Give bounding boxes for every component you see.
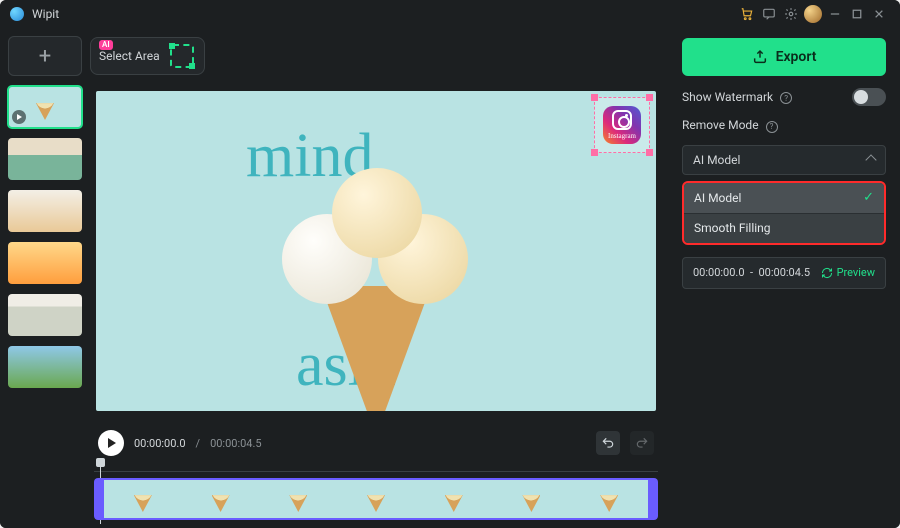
time-range-box: 00:00:00.0 - 00:00:04.5 Preview xyxy=(682,257,886,289)
show-watermark-row: Show Watermark ? xyxy=(682,88,886,106)
media-thumb[interactable] xyxy=(8,86,82,128)
refresh-icon xyxy=(821,267,833,279)
clip[interactable] xyxy=(94,478,658,520)
avatar[interactable] xyxy=(802,3,824,25)
right-panel: Export Show Watermark ? Remove Mode ? AI… xyxy=(672,28,900,528)
play-button[interactable] xyxy=(98,430,124,456)
media-thumb[interactable] xyxy=(8,242,82,284)
timeline-ruler xyxy=(94,460,658,472)
export-icon xyxy=(752,49,768,65)
remove-mode-option[interactable]: AI Model ✓ xyxy=(684,183,884,213)
gear-icon[interactable] xyxy=(780,3,802,25)
preview-button[interactable]: Preview xyxy=(821,266,875,279)
remove-mode-section: Remove Mode ? xyxy=(682,118,886,133)
show-watermark-label: Show Watermark xyxy=(682,90,773,104)
instagram-icon: Instagram xyxy=(603,106,641,144)
close-button[interactable] xyxy=(868,3,890,25)
chevron-up-icon xyxy=(865,154,876,165)
remove-mode-label: Remove Mode xyxy=(682,118,759,132)
center-toolbar: AI Select Area xyxy=(90,36,662,76)
watermark-selection[interactable]: Instagram xyxy=(594,97,650,153)
app-title: Wipit xyxy=(32,7,59,21)
remove-mode-select[interactable]: AI Model xyxy=(682,145,886,175)
remove-mode-option[interactable]: Smooth Filling xyxy=(684,213,884,243)
select-area-button[interactable]: AI Select Area xyxy=(90,37,205,75)
preview-canvas[interactable]: mind asin Instagram xyxy=(96,91,656,411)
app-logo-icon xyxy=(10,7,24,21)
export-button[interactable]: Export xyxy=(682,38,886,76)
select-area-label: Select Area xyxy=(99,50,160,62)
undo-button[interactable] xyxy=(596,431,620,455)
app-window: Wipit + xyxy=(0,0,900,528)
current-time: 00:00:00.0 xyxy=(134,437,186,450)
info-icon[interactable]: ? xyxy=(766,121,778,133)
titlebar: Wipit xyxy=(0,0,900,28)
show-watermark-toggle[interactable] xyxy=(852,88,886,106)
time-start: 00:00:00.0 xyxy=(693,266,745,279)
export-label: Export xyxy=(776,49,817,65)
media-thumb[interactable] xyxy=(8,346,82,388)
cart-icon[interactable] xyxy=(736,3,758,25)
clip-frames xyxy=(104,478,648,520)
remove-mode-value: AI Model xyxy=(693,153,740,167)
media-sidebar: + xyxy=(0,28,90,528)
playback-bar: 00:00:00.0 / 00:00:04.5 xyxy=(90,426,662,460)
clip-trim-right[interactable] xyxy=(648,478,658,520)
remove-mode-dropdown: AI Model ✓ Smooth Filling xyxy=(682,181,886,245)
info-icon[interactable]: ? xyxy=(780,92,792,104)
redo-button xyxy=(630,431,654,455)
timeline[interactable] xyxy=(90,460,662,524)
add-media-button[interactable]: + xyxy=(8,36,82,76)
media-thumb[interactable] xyxy=(8,138,82,180)
time-end: 00:00:04.5 xyxy=(759,266,811,279)
media-thumb[interactable] xyxy=(8,190,82,232)
media-thumb[interactable] xyxy=(8,294,82,336)
crop-icon xyxy=(170,44,194,68)
check-icon: ✓ xyxy=(863,190,874,205)
clip-trim-left[interactable] xyxy=(94,478,104,520)
total-time: 00:00:04.5 xyxy=(210,437,262,450)
center-panel: AI Select Area mind asin xyxy=(90,28,672,528)
play-icon xyxy=(12,110,26,124)
minimize-button[interactable] xyxy=(824,3,846,25)
maximize-button[interactable] xyxy=(846,3,868,25)
chat-icon[interactable] xyxy=(758,3,780,25)
